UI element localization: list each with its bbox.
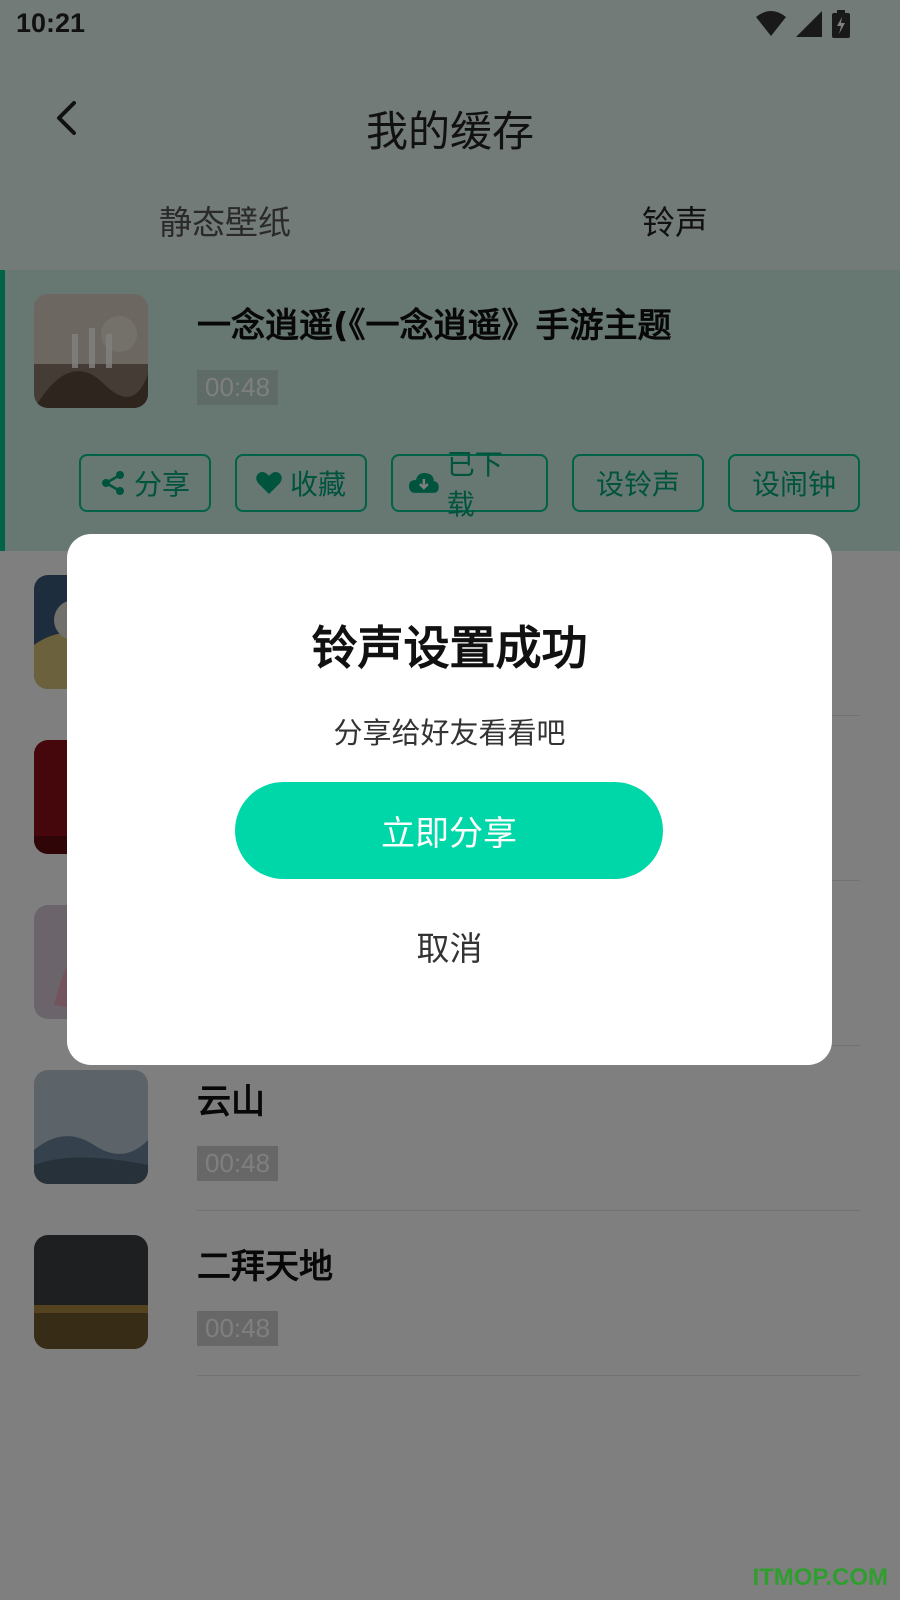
watermark: ITMOP.COM: [752, 1564, 888, 1591]
dialog-subtitle: 分享给好友看看吧: [333, 716, 566, 750]
share-now-button[interactable]: 立即分享: [235, 782, 663, 879]
dialog-title: 铃声设置成功: [311, 621, 588, 675]
cancel-button[interactable]: 取消: [67, 922, 832, 970]
success-dialog: 铃声设置成功 分享给好友看看吧 立即分享 取消: [67, 534, 832, 1065]
